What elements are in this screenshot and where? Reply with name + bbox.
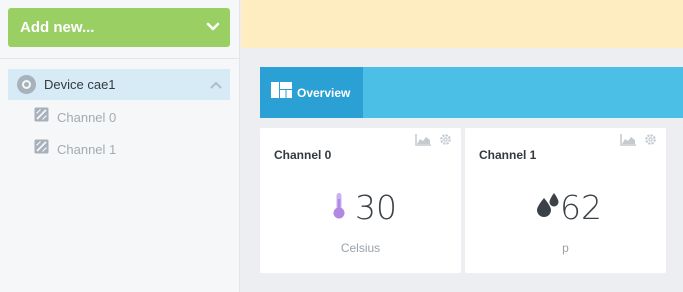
sidebar-item-channel-1[interactable]: Channel 1 (34, 139, 116, 159)
tab-bar: Overview (260, 67, 683, 118)
channel-label: Channel 0 (57, 109, 117, 125)
channel-icon (34, 107, 49, 127)
widget-unit: Celsius (340, 241, 381, 255)
water-drop-icon (535, 193, 561, 224)
device-name: Device cae1 (44, 77, 116, 92)
add-new-label: Add new... (20, 19, 95, 36)
channel-icon (34, 139, 49, 159)
chart-icon[interactable] (415, 133, 431, 151)
thermometer-icon (333, 192, 345, 224)
widget-card-channel-1: Channel 1 62 p (465, 128, 666, 273)
tab-overview-label: Overview (297, 85, 351, 100)
tab-overview[interactable]: Overview (260, 67, 363, 118)
sidebar-item-channel-0[interactable]: Channel 0 (34, 107, 116, 127)
widget-tools (415, 133, 452, 151)
gear-icon[interactable] (439, 133, 452, 151)
chart-icon[interactable] (620, 133, 636, 151)
widget-value: 30 (355, 188, 397, 227)
sidebar-item-device[interactable]: Device cae1 (8, 69, 230, 100)
widget-value: 62 (560, 188, 602, 227)
widget-title: Channel 0 (274, 148, 332, 162)
dashboard-icon (271, 82, 292, 103)
widget-title: Channel 1 (479, 148, 537, 162)
sidebar: Add new... Device cae1 Channel 0 Channel… (0, 0, 240, 292)
device-icon (17, 75, 36, 94)
add-new-button[interactable]: Add new... (8, 8, 230, 47)
notification-banner (241, 0, 683, 48)
chevron-up-icon[interactable] (210, 76, 222, 94)
chevron-down-icon (206, 19, 220, 37)
channel-label: Channel 1 (57, 141, 117, 157)
gear-icon[interactable] (644, 133, 657, 151)
widget-unit: p (562, 241, 569, 255)
sidebar-divider (0, 58, 240, 59)
widget-card-channel-0: Channel 0 30 Celsius (260, 128, 461, 273)
widget-tools (620, 133, 657, 151)
